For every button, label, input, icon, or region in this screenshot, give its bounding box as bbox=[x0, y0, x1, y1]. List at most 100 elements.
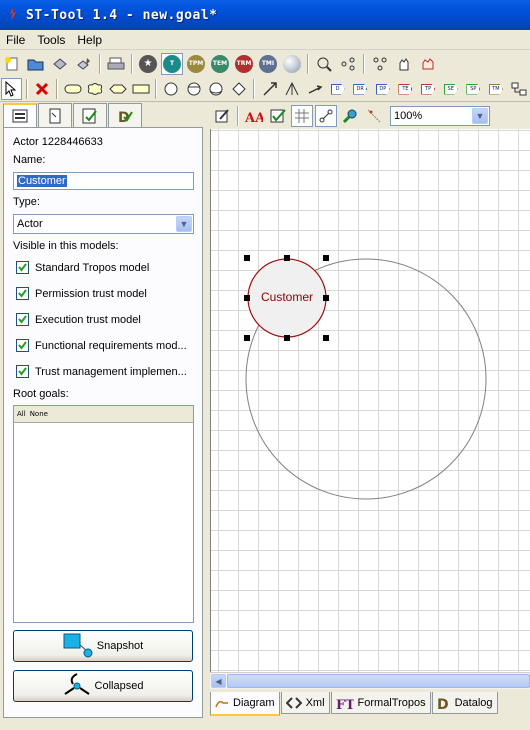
align-icon[interactable] bbox=[315, 104, 337, 127]
model-label: Permission trust model bbox=[35, 287, 147, 300]
type-label: Type: bbox=[13, 196, 40, 208]
model-checkbox-permission[interactable]: Permission trust model bbox=[16, 287, 147, 300]
diagram-canvas[interactable]: Customer bbox=[210, 129, 530, 672]
collapsed-button[interactable]: Collapsed bbox=[13, 670, 193, 702]
xml-icon bbox=[285, 696, 302, 709]
delete-icon[interactable] bbox=[32, 78, 53, 100]
tab-properties[interactable] bbox=[3, 103, 37, 127]
root-goals-list[interactable]: All None bbox=[13, 405, 194, 623]
checkbox-checked-icon[interactable] bbox=[16, 287, 29, 300]
new-file-icon[interactable] bbox=[1, 53, 23, 75]
tp-tag-icon[interactable]: TP bbox=[418, 78, 439, 100]
print-icon[interactable] bbox=[105, 53, 127, 75]
actor-label: Customer bbox=[260, 290, 313, 304]
toolbar-separator bbox=[307, 53, 309, 74]
se-tag-icon[interactable]: SE bbox=[440, 78, 461, 100]
grid-icon[interactable] bbox=[291, 104, 313, 127]
route-icon[interactable] bbox=[363, 105, 385, 127]
diagram-svg bbox=[244, 255, 487, 500]
font-icon[interactable]: AA bbox=[243, 105, 265, 127]
drawing-toolbar: D DR DP TE TP SE SP TM bbox=[0, 77, 530, 102]
role-shape-icon[interactable] bbox=[206, 78, 227, 100]
view-tabs: Diagram Xml FT FormalTropos D Datalog bbox=[210, 692, 530, 716]
menu-help[interactable]: Help bbox=[71, 33, 108, 47]
tropos-model-icon[interactable]: T bbox=[161, 52, 183, 75]
tab-xml[interactable]: Xml bbox=[280, 692, 330, 714]
resource-shape-icon[interactable] bbox=[130, 78, 151, 100]
select-all-button[interactable]: All bbox=[17, 410, 26, 418]
tab-datalog[interactable]: D bbox=[108, 103, 142, 127]
select-none-button[interactable]: None bbox=[30, 410, 48, 418]
tab-document[interactable] bbox=[38, 103, 72, 127]
tmi-model-icon[interactable]: TMI bbox=[257, 53, 279, 75]
search-icon[interactable] bbox=[313, 53, 335, 75]
softgoal-shape-icon[interactable] bbox=[85, 78, 106, 100]
hand-icon[interactable] bbox=[393, 53, 415, 75]
open-folder-icon[interactable] bbox=[25, 53, 47, 75]
tab-diagram[interactable]: Diagram bbox=[210, 692, 280, 716]
dp-tag-icon[interactable]: DP bbox=[373, 78, 394, 100]
root-goals-header: All None bbox=[14, 406, 193, 423]
actor-id: Actor 1228446633 bbox=[13, 136, 103, 148]
d-tag-icon[interactable]: D bbox=[327, 78, 348, 100]
visible-models-label: Visible in this models: bbox=[13, 240, 119, 252]
document-icon bbox=[49, 108, 61, 123]
zoom-select[interactable]: 100% ▼ bbox=[390, 105, 490, 126]
zoom-tool-icon[interactable] bbox=[339, 105, 361, 127]
snapshot-button[interactable]: Snapshot bbox=[13, 630, 193, 662]
properties-body: Actor 1228446633 Name: Customer Type: Ac… bbox=[3, 127, 203, 718]
te-tag-icon[interactable]: TE bbox=[395, 78, 416, 100]
model-checkbox-execution[interactable]: Execution trust model bbox=[16, 313, 141, 326]
horizontal-scrollbar[interactable]: ◀ bbox=[210, 672, 530, 689]
model-checkbox-standard[interactable]: Standard Tropos model bbox=[16, 261, 149, 274]
checkbox-checked-icon[interactable] bbox=[16, 365, 29, 378]
link-arrow-icon[interactable] bbox=[259, 78, 280, 100]
agent-shape-icon[interactable] bbox=[184, 78, 205, 100]
type-select[interactable]: Actor ▼ bbox=[13, 214, 194, 234]
sphere-icon[interactable] bbox=[281, 53, 303, 75]
actor-shape-icon[interactable] bbox=[161, 78, 182, 100]
tab-datalog[interactable]: D Datalog bbox=[431, 692, 498, 714]
scroll-left-icon[interactable]: ◀ bbox=[211, 674, 226, 688]
checkbox-checked-icon[interactable] bbox=[16, 313, 29, 326]
decomposition-icon[interactable] bbox=[282, 78, 303, 100]
save-icon[interactable] bbox=[49, 53, 71, 75]
star-model-icon[interactable]: ★ bbox=[137, 53, 159, 75]
menu-file[interactable]: File bbox=[0, 33, 31, 47]
collapsed-label: Collapsed bbox=[94, 680, 144, 692]
checkbox-checked-icon[interactable] bbox=[16, 339, 29, 352]
chevron-down-icon[interactable]: ▼ bbox=[472, 107, 488, 124]
tem-model-icon[interactable]: TEM bbox=[209, 53, 231, 75]
pointer-icon[interactable] bbox=[1, 78, 22, 100]
tab-validation[interactable] bbox=[73, 103, 107, 127]
dr-tag-icon[interactable]: DR bbox=[350, 78, 371, 100]
chevron-down-icon[interactable]: ▼ bbox=[176, 216, 192, 232]
model-checkbox-trust-management[interactable]: Trust management implemen... bbox=[16, 365, 187, 378]
task-shape-icon[interactable] bbox=[108, 78, 129, 100]
checkbox-checked-icon[interactable] bbox=[16, 261, 29, 274]
tab-formaltropos[interactable]: FT FormalTropos bbox=[330, 692, 431, 714]
validate-icon[interactable] bbox=[267, 105, 289, 127]
tm-tag-icon[interactable]: TM bbox=[486, 78, 507, 100]
name-input[interactable]: Customer bbox=[13, 172, 194, 190]
tpm-model-icon[interactable]: TPM bbox=[185, 53, 207, 75]
sp-tag-icon[interactable]: SP bbox=[463, 78, 484, 100]
tree-connect-icon[interactable] bbox=[508, 78, 529, 100]
trm-model-icon[interactable]: TRM bbox=[233, 53, 255, 75]
contribution-arrow-icon[interactable] bbox=[305, 78, 326, 100]
save-as-icon[interactable] bbox=[73, 53, 95, 75]
goal-shape-icon[interactable] bbox=[62, 78, 83, 100]
tab-label: Xml bbox=[305, 696, 325, 709]
title-bar[interactable]: ST-Tool 1.4 - new.goal* bbox=[0, 0, 530, 30]
menu-tools[interactable]: Tools bbox=[31, 33, 71, 47]
window-title: ST-Tool 1.4 - new.goal* bbox=[26, 7, 218, 23]
model-checkbox-functional[interactable]: Functional requirements mod... bbox=[16, 339, 187, 352]
scroll-thumb[interactable] bbox=[227, 674, 530, 688]
tree-icon[interactable] bbox=[337, 53, 359, 75]
position-shape-icon[interactable] bbox=[229, 78, 250, 100]
layout-icon[interactable] bbox=[369, 53, 391, 75]
hand-alt-icon[interactable] bbox=[417, 53, 439, 75]
diagram-edit-icon[interactable] bbox=[211, 105, 233, 127]
ft-icon: FT bbox=[336, 698, 354, 710]
toolbar-separator bbox=[56, 79, 59, 99]
